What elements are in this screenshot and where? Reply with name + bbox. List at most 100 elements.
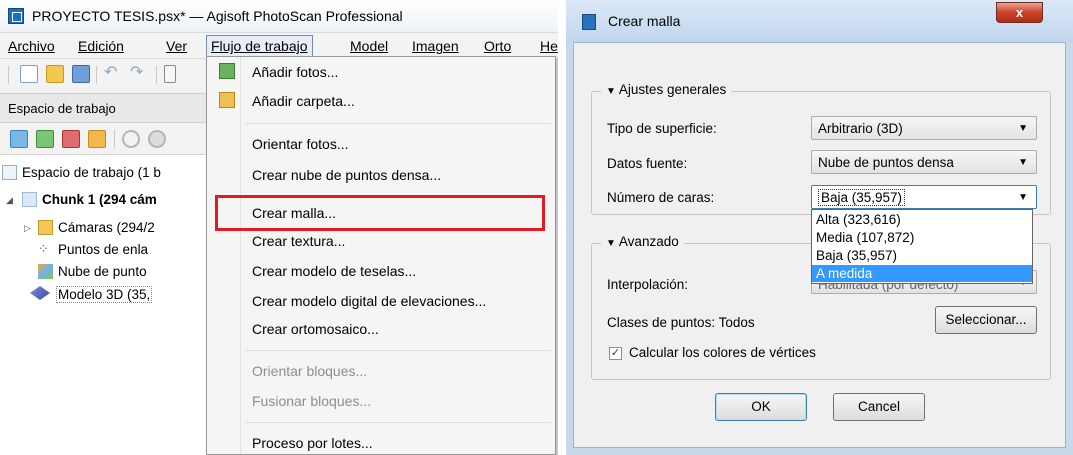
workspace-tree: Espacio de trabajo (1 b ◢ Chunk 1 (294 c…	[0, 154, 210, 455]
point-classes-value: Todos	[718, 315, 755, 330]
source-data-label: Datos fuente:	[607, 156, 688, 171]
collapse-arrow-icon[interactable]: ▷	[24, 223, 31, 234]
folder-icon	[38, 220, 53, 235]
point-classes-caption: Clases de puntos:	[607, 315, 716, 330]
tree-label: Puntos de enla	[58, 242, 149, 257]
select-value: Nube de puntos densa	[818, 155, 954, 170]
main-toolbar: ↶ ↷	[0, 59, 210, 91]
add-photos-icon[interactable]	[36, 130, 54, 148]
group-title-label: Avanzado	[618, 234, 679, 249]
face-count-option-low[interactable]: Baja (35,957)	[812, 247, 1032, 264]
menu-item-align-chunks: Orientar bloques...	[252, 363, 368, 379]
workspace-icon	[2, 165, 17, 180]
undo-icon[interactable]: ↶	[104, 65, 122, 83]
advanced-title[interactable]: ▼ Avanzado	[601, 234, 684, 249]
chunk-icon	[22, 192, 37, 207]
general-settings-title[interactable]: ▼ Ajustes generales	[601, 82, 732, 97]
toolbar-separator	[8, 66, 9, 84]
face-count-label: Número de caras:	[607, 190, 715, 205]
chevron-down-icon: ▼	[1018, 192, 1028, 203]
cancel-button[interactable]: Cancel	[833, 393, 925, 421]
tree-label: Cámaras (294/2	[58, 220, 155, 235]
vertex-colors-label: Calcular los colores de vértices	[629, 345, 816, 360]
photoscan-window: PROYECTO TESIS.psx* — Agisoft PhotoScan …	[0, 0, 558, 455]
close-button[interactable]: x	[996, 2, 1043, 23]
menu-item-align-photos[interactable]: Orientar fotos...	[252, 136, 348, 152]
add-markers-icon[interactable]	[62, 130, 80, 148]
add-folder-icon[interactable]	[88, 130, 106, 148]
dialog-title-bar: Crear malla x	[566, 0, 1073, 42]
app-icon	[8, 8, 24, 24]
menu-ver[interactable]: Ver	[166, 38, 187, 54]
face-count-option-high[interactable]: Alta (323,616)	[812, 211, 1032, 228]
dialog-icon	[582, 14, 596, 30]
add-chunk-icon[interactable]	[10, 130, 28, 148]
title-bar: PROYECTO TESIS.psx* — Agisoft PhotoScan …	[0, 0, 558, 33]
ok-button[interactable]: OK	[715, 393, 807, 421]
menu-item-build-texture[interactable]: Crear textura...	[252, 233, 345, 249]
select-classes-button[interactable]: Seleccionar...	[935, 306, 1037, 334]
highlight-box	[215, 195, 545, 231]
remove-icon[interactable]	[148, 130, 166, 148]
tree-label: Modelo 3D (35,	[56, 286, 153, 303]
toolbar-button[interactable]	[164, 65, 176, 83]
menu-separator	[245, 422, 551, 423]
surface-type-label: Tipo de superficie:	[607, 121, 717, 136]
menu-separator	[245, 350, 551, 351]
group-collapse-icon: ▼	[606, 238, 616, 249]
menu-item-add-folder[interactable]: Añadir carpeta...	[252, 93, 355, 109]
mesh-icon	[30, 286, 50, 300]
source-data-select[interactable]: Nube de puntos densa ▼	[811, 150, 1037, 174]
face-count-select[interactable]: Baja (35,957) ▼	[811, 185, 1037, 209]
menu-item-orthomosaic[interactable]: Crear ortomosaico...	[252, 321, 379, 337]
add-folder-icon	[219, 92, 235, 108]
chevron-down-icon: ▼	[1018, 123, 1028, 134]
menu-flujo-de-trabajo[interactable]: Flujo de trabajo	[206, 35, 313, 57]
surface-type-select[interactable]: Arbitrario (3D) ▼	[811, 116, 1037, 140]
toolbar-separator	[114, 130, 115, 148]
tree-label: Espacio de trabajo (1 b	[22, 165, 161, 180]
point-classes-label: Clases de puntos: Todos	[607, 315, 755, 330]
tree-label: Chunk 1 (294 cám	[42, 192, 157, 207]
group-title-label: Ajustes generales	[618, 82, 727, 97]
workflow-menu: Añadir fotos... Añadir carpeta... Orient…	[206, 56, 556, 455]
menu-model[interactable]: Model	[350, 38, 388, 54]
menu-item-add-photos[interactable]: Añadir fotos...	[252, 64, 338, 80]
menu-orto[interactable]: Orto	[484, 38, 511, 54]
select-value: Baja (35,957)	[818, 189, 906, 206]
vertex-colors-checkbox[interactable]: ✓	[609, 347, 622, 360]
menu-item-batch-process[interactable]: Proceso por lotes...	[252, 435, 373, 451]
tree-label: Nube de punto	[58, 264, 147, 279]
save-icon[interactable]	[72, 65, 90, 83]
dialog-title: Crear malla	[608, 13, 681, 29]
tie-points-icon: ⁘	[38, 241, 49, 256]
menu-imagen[interactable]: Imagen	[412, 38, 459, 54]
window-title: PROYECTO TESIS.psx* — Agisoft PhotoScan …	[32, 8, 403, 24]
interpolation-label: Interpolación:	[607, 277, 689, 292]
menu-item-merge-chunks: Fusionar bloques...	[252, 393, 372, 409]
workspace-pane-title: Espacio de trabajo	[8, 101, 116, 116]
new-file-icon[interactable]	[20, 65, 38, 83]
menu-gutter	[240, 57, 241, 454]
face-count-option-medium[interactable]: Media (107,872)	[812, 229, 1032, 246]
menu-item-tiled-model[interactable]: Crear modelo de teselas...	[252, 263, 416, 279]
menu-item-dem[interactable]: Crear modelo digital de elevaciones...	[252, 293, 486, 309]
menu-item-label: Añadir carpeta...	[252, 93, 355, 109]
workspace-pane-header: Espacio de trabajo	[0, 93, 210, 123]
disable-icon[interactable]	[122, 130, 140, 148]
menu-archivo[interactable]: Archivo	[8, 38, 55, 54]
redo-icon[interactable]: ↷	[130, 65, 148, 83]
group-collapse-icon: ▼	[606, 86, 616, 97]
expand-arrow-icon[interactable]: ◢	[6, 195, 13, 206]
workspace-toolbar	[0, 124, 210, 154]
menu-help[interactable]: He	[540, 38, 558, 54]
menu-item-dense-cloud[interactable]: Crear nube de puntos densa...	[252, 167, 441, 183]
face-count-option-custom[interactable]: A medida	[812, 265, 1032, 282]
dense-cloud-icon	[38, 264, 53, 279]
add-photos-icon	[219, 63, 235, 79]
select-value: Arbitrario (3D)	[818, 121, 903, 136]
menu-edicion[interactable]: Edición	[78, 38, 124, 54]
open-folder-icon[interactable]	[46, 65, 64, 83]
toolbar-separator	[156, 66, 157, 84]
face-count-dropdown-list: Alta (323,616) Media (107,872) Baja (35,…	[811, 209, 1033, 284]
